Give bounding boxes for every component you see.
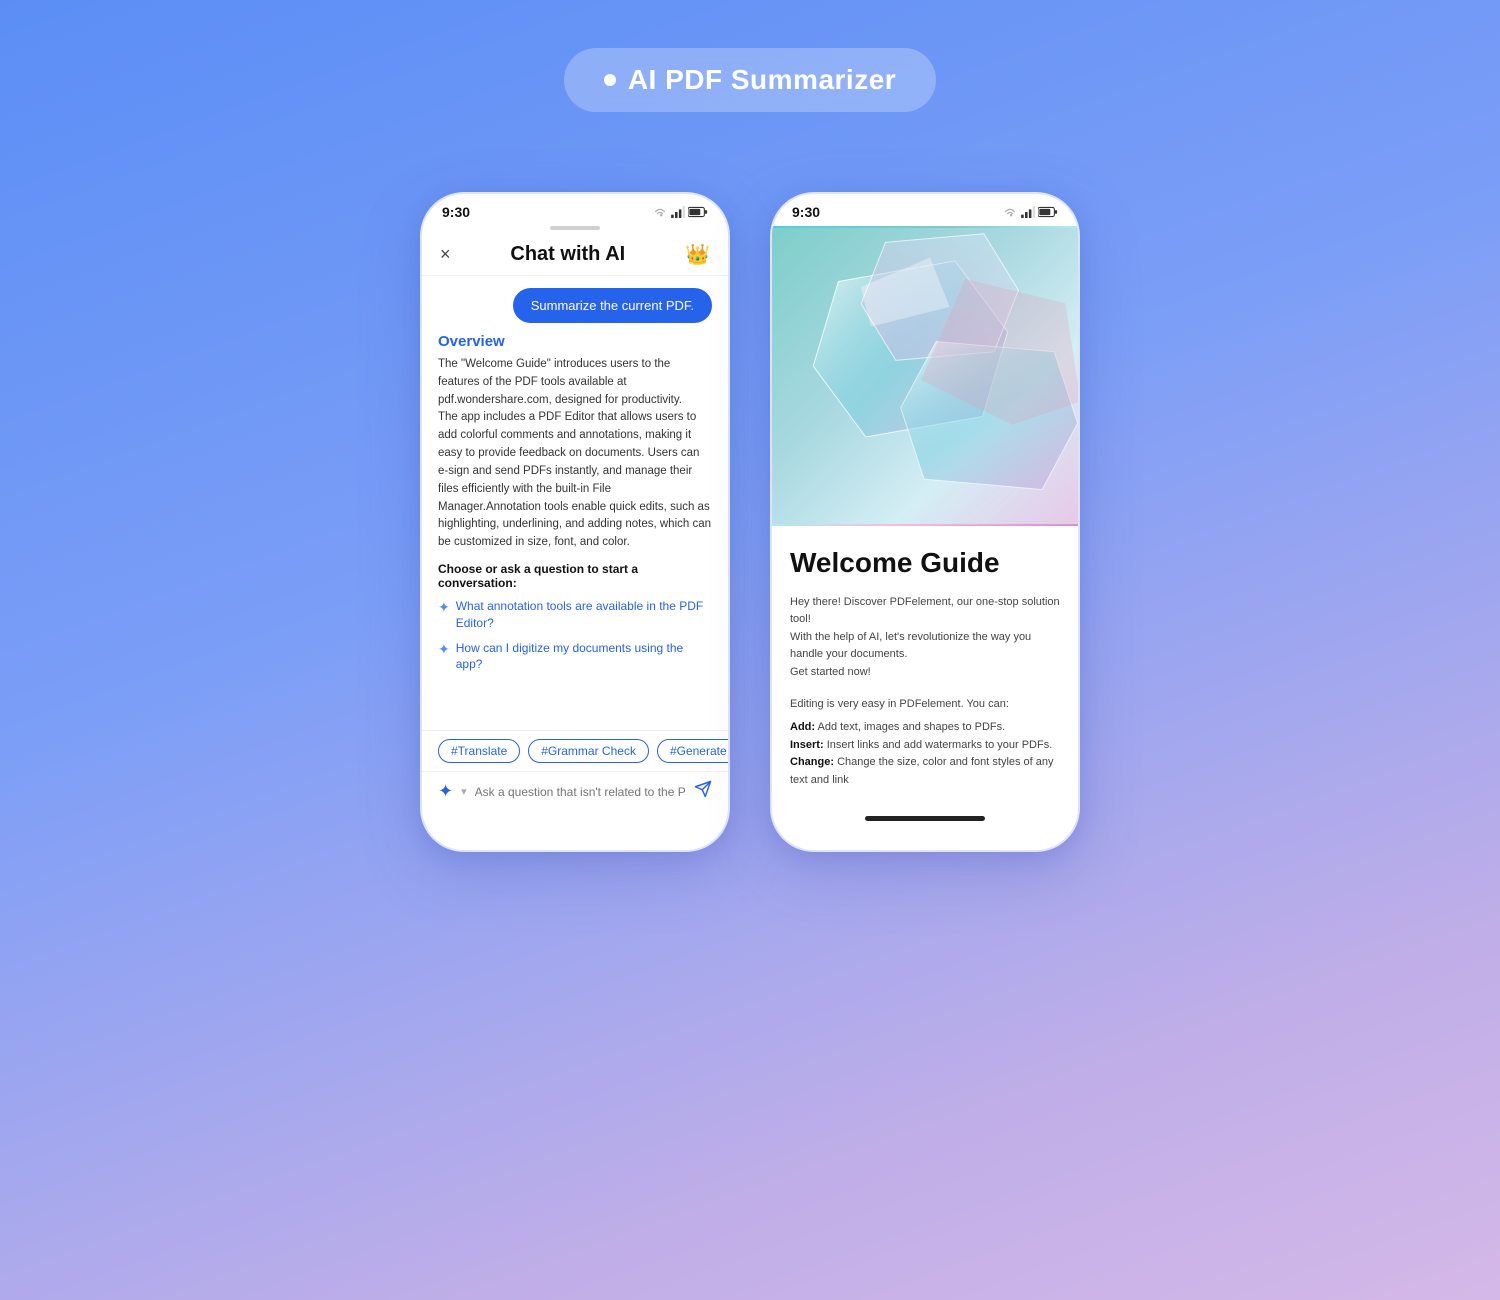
phone2-time: 9:30 bbox=[792, 204, 820, 220]
phone2-content: Welcome Guide Hey there! Discover PDFele… bbox=[772, 526, 1078, 806]
crown-icon: 👑 bbox=[685, 242, 710, 267]
wifi-icon bbox=[652, 206, 668, 218]
phone2-status-bar: 9:30 bbox=[772, 194, 1078, 226]
ai-sparkle-icon[interactable]: ✦ bbox=[438, 781, 453, 802]
guide-bullet-insert: Insert: Insert links and add watermarks … bbox=[790, 737, 1060, 755]
spark-icon-2: ✦ bbox=[438, 641, 450, 658]
tag-bar: #Translate #Grammar Check #Generate 💬 bbox=[422, 730, 728, 771]
chat-input[interactable] bbox=[475, 785, 686, 799]
wifi-icon2 bbox=[1002, 206, 1018, 218]
phone1-header: × Chat with AI 👑 bbox=[422, 234, 728, 276]
signal-icon bbox=[671, 206, 685, 218]
starter-link-2[interactable]: ✦ How can I digitize my documents using … bbox=[438, 640, 712, 674]
send-icon[interactable] bbox=[694, 780, 712, 803]
phones-container: 9:30 bbox=[420, 192, 1080, 852]
phone1-time: 9:30 bbox=[442, 204, 470, 220]
bullet-insert-text: Insert links and add watermarks to your … bbox=[827, 739, 1053, 751]
starter-text-2: How can I digitize my documents using th… bbox=[456, 640, 712, 674]
bullet-change-label: Change: bbox=[790, 756, 834, 768]
input-bar: ✦ ▾ bbox=[422, 771, 728, 811]
bullet-add-text: Add text, images and shapes to PDFs. bbox=[818, 721, 1006, 733]
starter-label: Choose or ask a question to start a conv… bbox=[438, 562, 712, 590]
tag-translate[interactable]: #Translate bbox=[438, 739, 520, 763]
starter-link-1[interactable]: ✦ What annotation tools are available in… bbox=[438, 598, 712, 632]
starter-section: Choose or ask a question to start a conv… bbox=[438, 562, 712, 681]
tag-grammar[interactable]: #Grammar Check bbox=[528, 739, 649, 763]
spark-icon-1: ✦ bbox=[438, 599, 450, 616]
battery-icon2 bbox=[1038, 206, 1058, 218]
phone1: 9:30 bbox=[420, 192, 730, 852]
bullet-add-label: Add: bbox=[790, 721, 815, 733]
ai-dropdown-arrow[interactable]: ▾ bbox=[461, 785, 467, 798]
bullet-insert-label: Insert: bbox=[790, 739, 824, 751]
home-indicator bbox=[865, 816, 985, 821]
starter-text-1: What annotation tools are available in t… bbox=[456, 598, 712, 632]
tag-generate[interactable]: #Generate bbox=[657, 739, 730, 763]
app-title: AI PDF Summarizer bbox=[628, 64, 896, 96]
chat-title: Chat with AI bbox=[510, 243, 625, 266]
guide-section: Editing is very easy in PDFelement. You … bbox=[790, 696, 1060, 790]
phone2: 9:30 bbox=[770, 192, 1080, 852]
app-title-pill: AI PDF Summarizer bbox=[564, 48, 936, 112]
phone1-notch bbox=[422, 226, 728, 234]
guide-section-header: Editing is very easy in PDFelement. You … bbox=[790, 696, 1060, 714]
glass-blocks-svg bbox=[772, 226, 1078, 526]
phone1-body: Summarize the current PDF. Overview The … bbox=[422, 276, 728, 730]
summarize-button[interactable]: Summarize the current PDF. bbox=[513, 288, 712, 323]
overview-section: Overview The "Welcome Guide" introduces … bbox=[438, 333, 712, 552]
hero-image bbox=[772, 226, 1078, 526]
overview-text: The "Welcome Guide" introduces users to … bbox=[438, 356, 712, 552]
guide-title: Welcome Guide bbox=[790, 546, 1060, 580]
guide-bullet-change: Change: Change the size, color and font … bbox=[790, 754, 1060, 789]
guide-bullet-add: Add: Add text, images and shapes to PDFs… bbox=[790, 719, 1060, 737]
phone1-status-bar: 9:30 bbox=[422, 194, 728, 226]
signal-icon2 bbox=[1021, 206, 1035, 218]
phone2-bottom-bar bbox=[772, 806, 1078, 831]
battery-icon bbox=[688, 206, 708, 218]
overview-title: Overview bbox=[438, 333, 712, 350]
guide-intro: Hey there! Discover PDFelement, our one-… bbox=[790, 594, 1060, 682]
close-button[interactable]: × bbox=[440, 244, 451, 265]
title-dot bbox=[604, 74, 616, 86]
